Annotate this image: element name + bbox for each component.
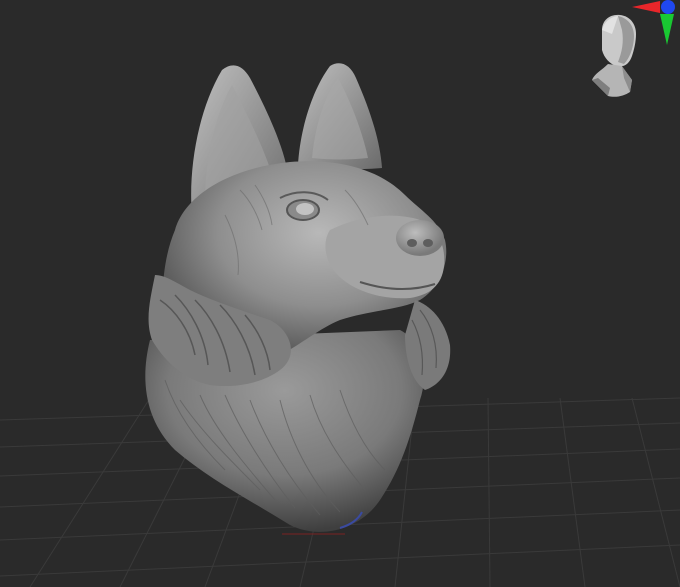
dog-head-sculpt[interactable] xyxy=(0,0,680,587)
x-axis-icon[interactable] xyxy=(632,1,660,13)
y-axis-icon[interactable] xyxy=(660,14,674,45)
navigation-gizmo[interactable] xyxy=(588,0,680,110)
head-icon[interactable] xyxy=(588,0,680,110)
z-axis-icon[interactable] xyxy=(661,0,675,14)
sculpt-viewport[interactable] xyxy=(0,0,680,587)
